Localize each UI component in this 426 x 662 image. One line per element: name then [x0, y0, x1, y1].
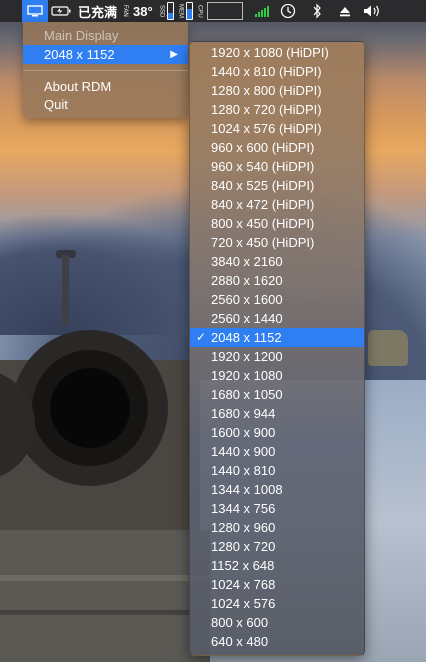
resolution-option[interactable]: 2560 x 1600	[190, 290, 364, 309]
menu-item-about[interactable]: About RDM	[23, 77, 188, 96]
resolution-option[interactable]: 800 x 450 (HiDPI)	[190, 214, 364, 233]
resolution-option[interactable]: 1152 x 648	[190, 556, 364, 575]
resolution-option-label: 1680 x 944	[211, 406, 276, 421]
resolution-option-label: 3840 x 2160	[211, 254, 283, 269]
resolution-option[interactable]: 1024 x 768	[190, 575, 364, 594]
resolution-option-label: 1680 x 1050	[211, 387, 283, 402]
wifi-bars-icon[interactable]	[251, 0, 273, 22]
resolution-option[interactable]: 1680 x 944	[190, 404, 364, 423]
resolution-option-label: 1280 x 720 (HiDPI)	[211, 102, 322, 117]
resolution-option[interactable]: 1680 x 1050	[190, 385, 364, 404]
mem-usage-bar	[185, 2, 193, 20]
submenu-arrow-icon: ▶	[170, 49, 178, 60]
resolution-option-label: 2880 x 1620	[211, 273, 283, 288]
resolution-option-label: 1344 x 756	[211, 501, 276, 516]
resolution-option[interactable]: 1280 x 720	[190, 537, 364, 556]
resolution-option[interactable]: 800 x 600	[190, 613, 364, 632]
resolution-option-label: 1024 x 768	[211, 577, 276, 592]
bluetooth-icon[interactable]	[303, 0, 331, 22]
rdm-display-icon[interactable]	[22, 0, 48, 22]
resolution-option[interactable]: 1344 x 756	[190, 499, 364, 518]
resolution-option[interactable]: 840 x 525 (HiDPI)	[190, 176, 364, 195]
resolution-option-label: 640 x 480	[211, 634, 269, 649]
resolution-option[interactable]: 720 x 450 (HiDPI)	[190, 233, 364, 252]
resolution-option-label: 1344 x 1008	[211, 482, 283, 497]
resolution-option-label: 840 x 525 (HiDPI)	[211, 178, 315, 193]
menu-bar: 已充满 FAN 38° SSD MEM CPU	[0, 0, 426, 22]
resolution-option-label: 1024 x 576	[211, 596, 276, 611]
resolution-option[interactable]: 1440 x 810	[190, 461, 364, 480]
volume-icon[interactable]	[359, 0, 385, 22]
resolution-option-label: 1280 x 800 (HiDPI)	[211, 83, 322, 98]
resolution-option[interactable]: 640 x 480	[190, 632, 364, 651]
mem-indicator[interactable]: MEM	[178, 0, 193, 22]
resolution-option[interactable]: 2560 x 1440	[190, 309, 364, 328]
time-machine-icon[interactable]	[273, 0, 303, 22]
resolution-option[interactable]: 1280 x 800 (HiDPI)	[190, 81, 364, 100]
resolution-option-label: 1280 x 720	[211, 539, 276, 554]
resolution-option-label: 1024 x 576 (HiDPI)	[211, 121, 322, 136]
cpu-indicator[interactable]: CPU	[197, 0, 243, 22]
resolution-option[interactable]: 960 x 600 (HiDPI)	[190, 138, 364, 157]
ssd-indicator[interactable]: SSD	[159, 0, 174, 22]
coin-binoculars-image	[0, 330, 210, 662]
resolution-option-label: 960 x 600 (HiDPI)	[211, 140, 315, 155]
resolution-option-label: 2560 x 1440	[211, 311, 283, 326]
resolution-option-label: 840 x 472 (HiDPI)	[211, 197, 315, 212]
resolution-option-label: 960 x 540 (HiDPI)	[211, 159, 315, 174]
resolution-option-label: 1920 x 1200	[211, 349, 283, 364]
resolution-option-label: 1600 x 900	[211, 425, 276, 440]
resolution-option-label: 1440 x 810 (HiDPI)	[211, 64, 322, 79]
cpu-label: CPU	[196, 4, 203, 18]
resolution-option[interactable]: 1920 x 1080 (HiDPI)	[190, 43, 364, 62]
menu-separator	[23, 70, 188, 71]
battery-icon[interactable]	[48, 0, 74, 22]
cpu-graph	[206, 2, 243, 20]
right-binocular	[368, 330, 408, 366]
temperature-text[interactable]: 38°	[129, 0, 157, 22]
rdm-menu: Main Display 2048 x 1152 ▶ About RDM Qui…	[23, 22, 188, 118]
resolution-option[interactable]: 1024 x 576	[190, 594, 364, 613]
checkmark-icon: ✓	[196, 330, 207, 344]
resolution-option-label: 1440 x 810	[211, 463, 276, 478]
menu-item-current-resolution[interactable]: 2048 x 1152 ▶	[23, 45, 188, 64]
post	[62, 255, 69, 325]
resolution-option[interactable]: ✓ 2048 x 1152	[190, 328, 364, 347]
resolution-option[interactable]: 1280 x 720 (HiDPI)	[190, 100, 364, 119]
ssd-label: SSD	[158, 4, 165, 18]
resolution-option[interactable]: 1600 x 900	[190, 423, 364, 442]
resolution-option-label: 2048 x 1152	[211, 330, 282, 345]
menu-item-main-display: Main Display	[44, 28, 119, 43]
resolution-option[interactable]: 1440 x 900	[190, 442, 364, 461]
resolution-option[interactable]: 2880 x 1620	[190, 271, 364, 290]
resolution-option[interactable]: 1440 x 810 (HiDPI)	[190, 62, 364, 81]
resolution-option[interactable]: 1024 x 576 (HiDPI)	[190, 119, 364, 138]
resolution-option-label: 800 x 450 (HiDPI)	[211, 216, 315, 231]
resolution-option[interactable]: 3840 x 2160	[190, 252, 364, 271]
fan-label-text: FAN	[122, 5, 129, 17]
ssd-usage-bar	[166, 2, 174, 20]
resolution-option-label: 720 x 450 (HiDPI)	[211, 235, 315, 250]
fan-label: FAN	[121, 0, 129, 22]
battery-status-text[interactable]: 已充满	[74, 0, 121, 22]
resolution-option[interactable]: 960 x 540 (HiDPI)	[190, 157, 364, 176]
resolution-submenu: 1920 x 1080 (HiDPI) 1440 x 810 (HiDPI) 128…	[189, 41, 365, 656]
resolution-option[interactable]: 1344 x 1008	[190, 480, 364, 499]
resolution-option-label: 1920 x 1080	[211, 368, 283, 383]
resolution-option-label: 800 x 600	[211, 615, 269, 630]
resolution-option[interactable]: 1280 x 960	[190, 518, 364, 537]
resolution-option[interactable]: 840 x 472 (HiDPI)	[190, 195, 364, 214]
resolution-option-label: 1280 x 960	[211, 520, 276, 535]
resolution-option-label: 1440 x 900	[211, 444, 276, 459]
mem-label: MEM	[177, 4, 184, 18]
menu-item-quit[interactable]: Quit	[23, 95, 188, 114]
resolution-option-label: 1920 x 1080 (HiDPI)	[211, 45, 329, 60]
resolution-option-label: 1152 x 648	[211, 558, 275, 573]
resolution-option-label: 2560 x 1600	[211, 292, 283, 307]
eject-icon[interactable]	[331, 0, 359, 22]
resolution-option[interactable]: 1920 x 1080	[190, 366, 364, 385]
menu-item-current-resolution-label: 2048 x 1152	[44, 47, 115, 62]
resolution-option[interactable]: 1920 x 1200	[190, 347, 364, 366]
